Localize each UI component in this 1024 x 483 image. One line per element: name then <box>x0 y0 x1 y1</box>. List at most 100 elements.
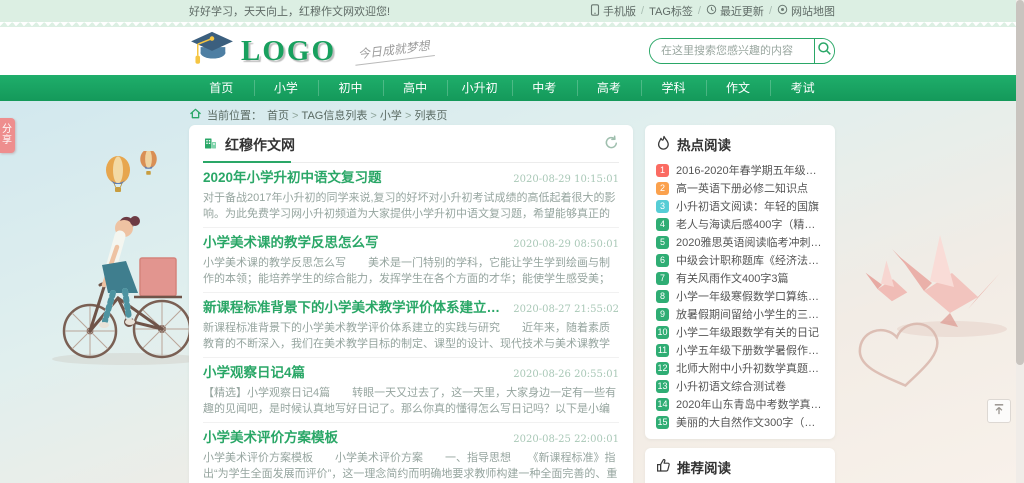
rank-badge: 12 <box>656 362 669 375</box>
topbar-link[interactable]: 网站地图 <box>777 3 835 19</box>
recommend-reading-card: 推荐阅读 1最欣赏的人作文400字（精选3篇）2关于感恩的中考满分作文600字 <box>645 448 835 483</box>
back-to-top-button[interactable] <box>987 399 1011 423</box>
rank-list-item[interactable]: 142020年山东青岛中考数学真题（已公布） <box>656 395 824 413</box>
recommend-reading-title: 推荐阅读 <box>677 457 731 477</box>
hot-icon <box>656 135 671 153</box>
breadcrumb-link[interactable]: 小学 <box>380 110 402 122</box>
nav-item[interactable]: 作文 <box>706 75 771 101</box>
site-logo[interactable]: LOGO 今日成就梦想 <box>189 30 434 73</box>
rank-badge: 1 <box>656 164 669 177</box>
topbar-links: 手机版/TAG标签/最近更新/网站地图 <box>590 3 835 19</box>
rank-badge: 2 <box>656 182 669 195</box>
article-date: 2020-08-26 20:55:01 <box>513 369 619 380</box>
share-tab[interactable]: 分享 <box>0 118 15 153</box>
breadcrumb-prefix: 当前位置： <box>207 107 262 123</box>
nav-item[interactable]: 首页 <box>189 75 254 101</box>
list-title: 红穆作文网 <box>225 135 295 155</box>
rank-badge: 15 <box>656 416 669 429</box>
graduation-cap-icon <box>189 30 235 73</box>
scrollbar-thumb[interactable] <box>1016 0 1024 365</box>
rank-list-item[interactable]: 2 高一英语下册必修二知识点 <box>656 179 824 197</box>
search-input[interactable] <box>650 39 814 63</box>
bicycle-girl-illustration <box>12 201 202 369</box>
article-date: 2020-08-29 10:15:01 <box>513 174 619 185</box>
rank-item-text: 北师大附中小升初数学真题汇编 <box>676 360 824 376</box>
hot-reading-title: 热点阅读 <box>677 134 731 154</box>
page-background: 分享 当前位置： 首页 > TAG信息列表 > 小学 > 列表页 <box>0 101 1024 483</box>
article-title-link[interactable]: 新课程标准背景下的小学美术教学评价体系建立的实践与研究 <box>203 299 503 317</box>
rank-badge: 9 <box>656 308 669 321</box>
rank-list-item[interactable]: 1 2016-2020年春学期五年级语文下期末模拟 <box>656 161 824 179</box>
article-title-link[interactable]: 小学观察日记4篇 <box>203 364 305 382</box>
rank-item-text: 老人与海读后感400字（精选3篇） <box>676 216 824 232</box>
scrollbar-track[interactable] <box>1016 0 1024 483</box>
nav-item[interactable]: 小学 <box>254 75 319 101</box>
rank-list-item[interactable]: 52020雅思英语阅读临考冲刺试题附答案 <box>656 233 824 251</box>
article-date: 2020-08-27 21:55:02 <box>513 304 619 315</box>
rank-item-text: 2016-2020年春学期五年级语文下期末模拟 <box>676 162 824 178</box>
rank-list-item[interactable]: 6中级会计职称题库《经济法》检测题 <box>656 251 824 269</box>
rank-list-item[interactable]: 11小学五年级下册数学暑假作业答案【20-61 <box>656 341 824 359</box>
nav-item[interactable]: 小升初 <box>447 75 512 101</box>
nav-item[interactable]: 高中 <box>383 75 448 101</box>
article-date: 2020-08-25 22:00:01 <box>513 434 619 445</box>
breadcrumb-link[interactable]: TAG信息列表 <box>302 110 368 122</box>
rank-list-item[interactable]: 7有关风雨作文400字3篇 <box>656 269 824 287</box>
rank-list-item[interactable]: 13小升初语文综合测试卷 <box>656 377 824 395</box>
topbar-link[interactable]: 手机版 <box>590 3 636 19</box>
rank-badge: 3 <box>656 200 669 213</box>
rank-list-item[interactable]: 8 小学一年级寒假数学口算练习题三篇 <box>656 287 824 305</box>
breadcrumb: 当前位置： 首页 > TAG信息列表 > 小学 > 列表页 <box>189 101 835 125</box>
rank-list-item[interactable]: 12 北师大附中小升初数学真题汇编 <box>656 359 824 377</box>
rank-item-text: 高一英语下册必修二知识点 <box>676 180 808 196</box>
rank-item-text: 小升初语文综合测试卷 <box>676 378 786 394</box>
article-list-card: 红穆作文网 2020年小学升初中语文复习题 2020-08-29 10:15:01… <box>189 125 633 483</box>
slogan-text: 今日成就梦想 <box>353 36 435 66</box>
rank-item-text: 小学一年级寒假数学口算练习题三篇 <box>676 288 824 304</box>
rank-list-item[interactable]: 3小升初语文阅读：年轻的国旗 <box>656 197 824 215</box>
rank-list-item[interactable]: 15 美丽的大自然作文300字（精选3篇） <box>656 413 824 431</box>
article-excerpt: 【精选】小学观察日记4篇 转眼一天又过去了，这一天里，大家身边一定有一些有趣的见… <box>203 385 619 417</box>
rank-list-item[interactable]: 10小学二年级跟数学有关的日记 <box>656 323 824 341</box>
topbar-link[interactable]: 最近更新 <box>706 3 764 19</box>
topbar: 好好学习，天天向上，红穆作文网欢迎您! 手机版/TAG标签/最近更新/网站地图 <box>0 0 1024 22</box>
nav-item[interactable]: 初中 <box>318 75 383 101</box>
rank-list-item[interactable]: 4 老人与海读后感400字（精选3篇） <box>656 215 824 233</box>
main-nav: 首页小学初中高中小升初中考高考学科作文考试 <box>0 75 1024 101</box>
breadcrumb-separator: > <box>402 110 415 122</box>
refresh-icon[interactable] <box>604 135 619 155</box>
rank-item-text: 中级会计职称题库《经济法》检测题 <box>676 252 824 268</box>
rank-badge: 8 <box>656 290 669 303</box>
article-title-link[interactable]: 小学美术课的教学反思怎么写 <box>203 234 379 252</box>
breadcrumb-path: 首页 > TAG信息列表 > 小学 > 列表页 <box>267 107 447 123</box>
welcome-text: 好好学习，天天向上，红穆作文网欢迎您! <box>189 3 390 19</box>
building-icon <box>203 135 218 155</box>
separator: / <box>641 5 644 17</box>
mobile-icon <box>590 4 600 19</box>
nav-item[interactable]: 高考 <box>577 75 642 101</box>
rank-badge: 10 <box>656 326 669 339</box>
topbar-link[interactable]: TAG标签 <box>649 3 693 19</box>
logo-text[interactable]: LOGO <box>241 35 336 68</box>
breadcrumb-link[interactable]: 首页 <box>267 110 289 122</box>
nav-item[interactable]: 中考 <box>512 75 577 101</box>
separator: / <box>698 5 701 17</box>
clock-icon <box>706 4 717 18</box>
site-header: LOGO 今日成就梦想 <box>0 27 1024 75</box>
article-item: 小学美术课的教学反思怎么写2020-08-29 08:50:01小学美术课的教学… <box>203 228 619 293</box>
rank-list-item[interactable]: 9放暑假期间留给小学生的三年级英语作文范文 <box>656 305 824 323</box>
rank-item-text: 小学五年级下册数学暑假作业答案【20-61 <box>676 342 824 358</box>
heart-illustration <box>848 315 952 395</box>
hot-air-balloons-illustration <box>98 151 164 207</box>
nav-item[interactable]: 学科 <box>641 75 706 101</box>
rank-item-text: 美丽的大自然作文300字（精选3篇） <box>676 414 824 430</box>
rank-badge: 4 <box>656 218 669 231</box>
nav-item[interactable]: 考试 <box>770 75 835 101</box>
article-item: 2020年小学升初中语文复习题 2020-08-29 10:15:01 对于备战20… <box>203 163 619 228</box>
article-title-link[interactable]: 小学美术评价方案模板 <box>203 429 338 447</box>
article-excerpt: 对于备战2017年小升初的同学来说,复习的好坏对小升初考试成绩的高低起着很大的影… <box>203 190 619 222</box>
search-box <box>649 38 835 64</box>
breadcrumb-link[interactable]: 列表页 <box>414 110 447 122</box>
article-title-link[interactable]: 2020年小学升初中语文复习题 <box>203 169 382 187</box>
search-button[interactable] <box>814 39 834 63</box>
